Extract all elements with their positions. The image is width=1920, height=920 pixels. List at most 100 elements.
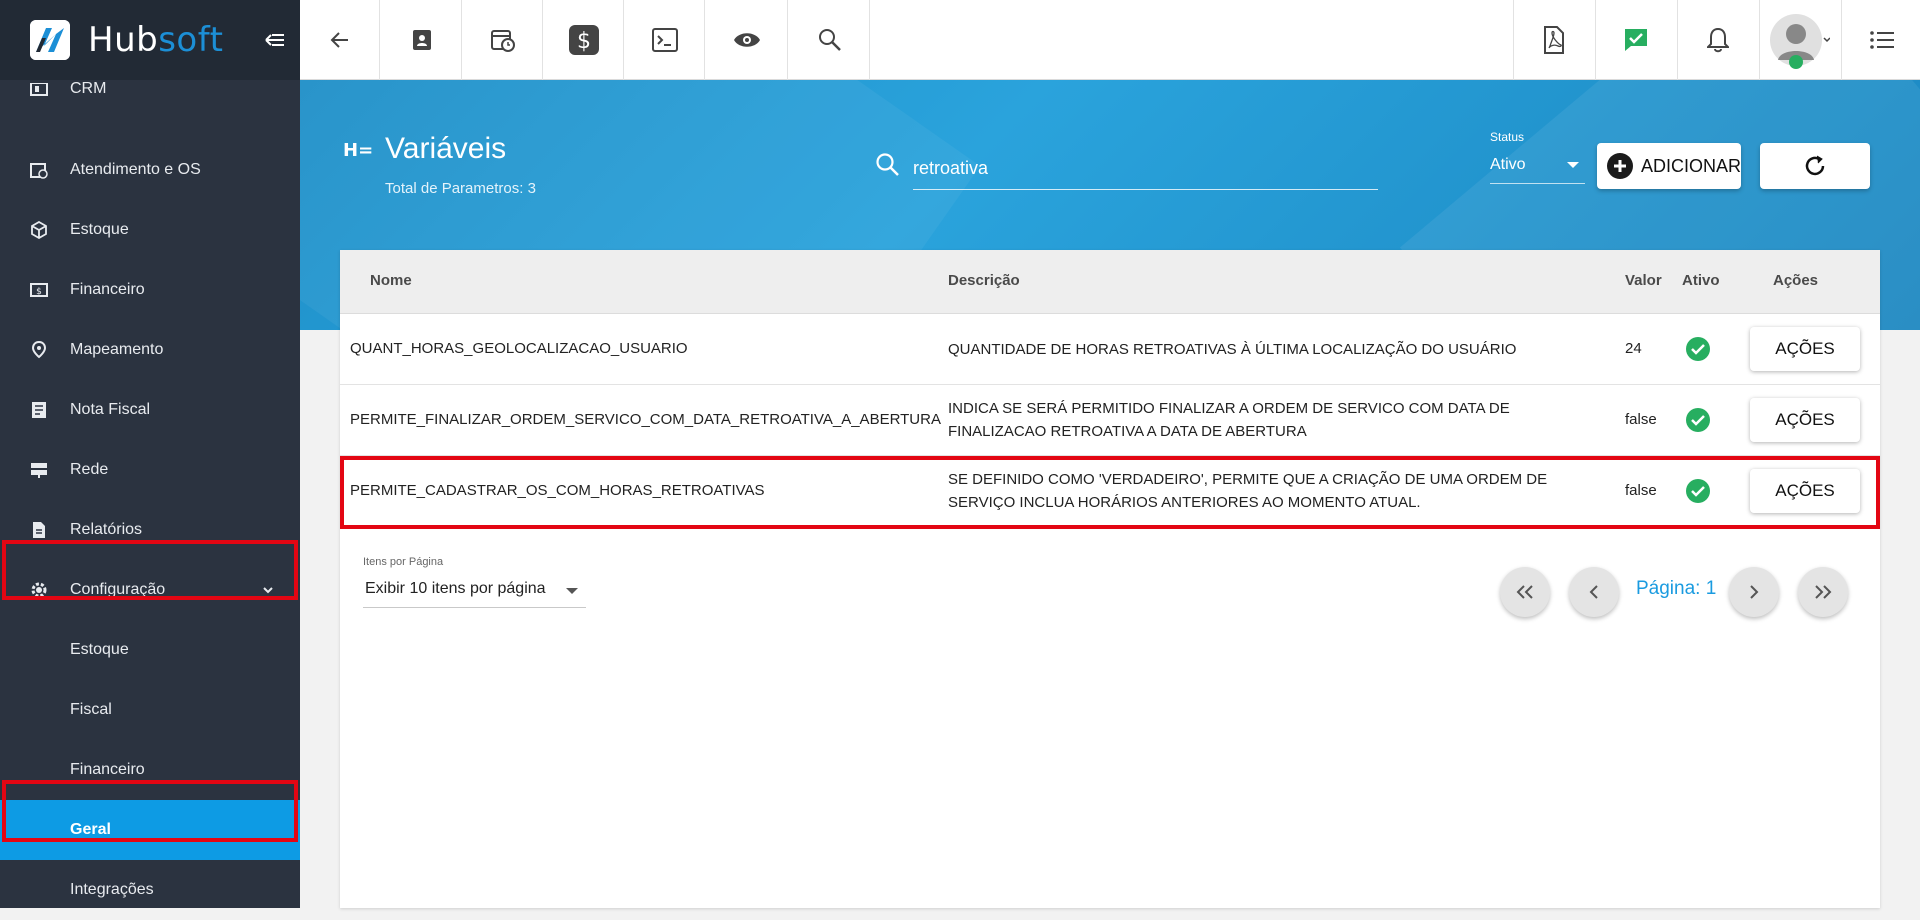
add-button[interactable]: ADICIONAR [1597, 143, 1741, 189]
actions-button-label: AÇÕES [1775, 481, 1835, 500]
collapse-menu-icon[interactable] [264, 29, 286, 51]
sidebar-subitem-fiscal[interactable]: Fiscal [0, 680, 300, 740]
receipt-icon [32, 402, 46, 418]
list-menu-button[interactable] [1841, 0, 1920, 80]
last-page-button[interactable] [1798, 567, 1848, 617]
actions-button-label: AÇÕES [1775, 410, 1835, 429]
chevron-right-icon [1750, 585, 1759, 599]
current-page-label: Página: 1 [1636, 578, 1717, 599]
column-header-ativo: Ativo [1682, 272, 1720, 289]
double-chevron-left-icon [1516, 585, 1533, 599]
sidebar-item-label: Financeiro [70, 761, 145, 778]
active-check-icon [1686, 337, 1710, 361]
dollar-icon: $ [568, 25, 599, 55]
sidebar: Hubsoft CRM Atendimento e OS Estoque $ F… [0, 0, 300, 908]
sidebar-subitem-integracoes[interactable]: Integrações [0, 860, 300, 920]
brand-name: Hubsoft [88, 20, 224, 60]
arrow-left-icon [330, 32, 348, 48]
sidebar-item-label: Nota Fiscal [70, 401, 151, 418]
contact-card-icon [412, 30, 431, 50]
items-per-page-value: Exibir 10 itens por página [365, 580, 546, 597]
finance-button[interactable]: $ [544, 0, 624, 80]
search-icon [818, 29, 841, 51]
search-input[interactable] [913, 148, 1378, 190]
list-icon [1869, 31, 1894, 49]
table-row: QUANT_HORAS_GEOLOCALIZACAO_USUARIO QUANT… [340, 314, 1880, 385]
contacts-button[interactable] [382, 0, 462, 80]
active-check-icon [1686, 408, 1710, 432]
column-header-nome: Nome [370, 272, 412, 289]
dropdown-caret-icon [1567, 162, 1579, 168]
pdf-button[interactable] [1513, 0, 1593, 80]
sidebar-item-label: Atendimento e OS [70, 161, 201, 178]
previous-page-button[interactable] [1569, 567, 1619, 617]
bell-icon [1706, 27, 1729, 53]
avatar [1769, 14, 1830, 69]
sidebar-item-label: Mapeamento [70, 341, 164, 358]
actions-button[interactable]: AÇÕES [1750, 398, 1860, 442]
report-icon [33, 522, 45, 538]
crm-icon [30, 83, 48, 96]
column-header-acoes: Ações [1773, 272, 1819, 289]
schedule-button[interactable] [463, 0, 543, 80]
sidebar-item-crm[interactable]: CRM [0, 80, 300, 100]
items-per-page-select[interactable]: Exibir 10 itens por página [363, 572, 586, 608]
sidebar-item-label: Estoque [70, 641, 129, 658]
plus-circle-icon [1607, 153, 1633, 179]
view-button[interactable] [706, 0, 788, 80]
search-bar [875, 148, 1378, 190]
sidebar-item-configuracao[interactable]: Configuração [0, 560, 300, 620]
logo-bar: Hubsoft [0, 0, 300, 80]
sidebar-item-rede[interactable]: Rede [0, 440, 300, 500]
variable-value: 24 [1625, 340, 1642, 357]
table-header: Nome Descrição Valor Ativo Ações [340, 250, 1880, 314]
sidebar-item-nota-fiscal[interactable]: Nota Fiscal [0, 380, 300, 440]
sidebar-item-label: Configuração [70, 581, 166, 598]
search-button[interactable] [790, 0, 870, 80]
chevron-left-icon [1589, 585, 1598, 599]
sidebar-item-atendimento[interactable]: Atendimento e OS [0, 140, 300, 200]
items-per-page-label: Itens por Página [363, 556, 444, 568]
page-title: Variáveis [385, 132, 507, 165]
first-page-button[interactable] [1500, 567, 1550, 617]
money-icon: $ [30, 283, 48, 297]
sidebar-subitem-estoque[interactable]: Estoque [0, 620, 300, 680]
top-bar: $ [300, 0, 1920, 80]
tasks-button[interactable] [1595, 0, 1675, 80]
table-row: PERMITE_FINALIZAR_ORDEM_SERVICO_COM_DATA… [340, 385, 1880, 456]
sidebar-item-relatorios[interactable]: Relatórios [0, 500, 300, 560]
actions-button[interactable]: AÇÕES [1750, 469, 1860, 513]
calendar-clock-icon [30, 163, 48, 179]
variable-name: QUANT_HORAS_GEOLOCALIZACAO_USUARIO [350, 340, 688, 357]
sidebar-item-label: Rede [70, 461, 109, 478]
sidebar-item-label: Relatórios [70, 521, 143, 538]
sidebar-item-estoque[interactable]: Estoque [0, 200, 300, 260]
status-select[interactable]: Ativo [1490, 150, 1585, 184]
chevron-down-icon [263, 587, 273, 594]
sidebar-item-mapeamento[interactable]: Mapeamento [0, 320, 300, 380]
sidebar-item-label: Geral [70, 821, 111, 838]
sidebar-subitem-financeiro[interactable]: Financeiro [0, 740, 300, 800]
map-pin-icon [31, 341, 47, 359]
refresh-button[interactable] [1760, 143, 1870, 189]
sidebar-subitem-geral[interactable]: Geral [0, 800, 300, 860]
user-menu-button[interactable] [1759, 0, 1839, 80]
actions-button[interactable]: AÇÕES [1750, 327, 1860, 371]
variable-description: INDICA SE SERÁ PERMITIDO FINALIZAR A ORD… [948, 400, 1510, 440]
variable-value: false [1625, 411, 1657, 428]
svg-text:$: $ [577, 29, 591, 54]
add-button-label: ADICIONAR [1641, 155, 1742, 176]
terminal-button[interactable] [625, 0, 705, 80]
table-row: PERMITE_CADASTRAR_OS_COM_HORAS_RETROATIV… [340, 456, 1880, 527]
next-page-button[interactable] [1729, 567, 1779, 617]
sidebar-item-label: Integrações [70, 881, 154, 898]
sidebar-item-label: Fiscal [70, 701, 112, 718]
sidebar-item-financeiro[interactable]: $ Financeiro [0, 260, 300, 320]
actions-button-label: AÇÕES [1775, 339, 1835, 358]
active-check-icon [1686, 479, 1710, 503]
back-button[interactable] [300, 0, 380, 80]
dropdown-caret-icon [566, 588, 578, 594]
pdf-icon [1543, 26, 1564, 54]
notifications-button[interactable] [1677, 0, 1757, 80]
variable-name: PERMITE_FINALIZAR_ORDEM_SERVICO_COM_DATA… [350, 411, 941, 428]
